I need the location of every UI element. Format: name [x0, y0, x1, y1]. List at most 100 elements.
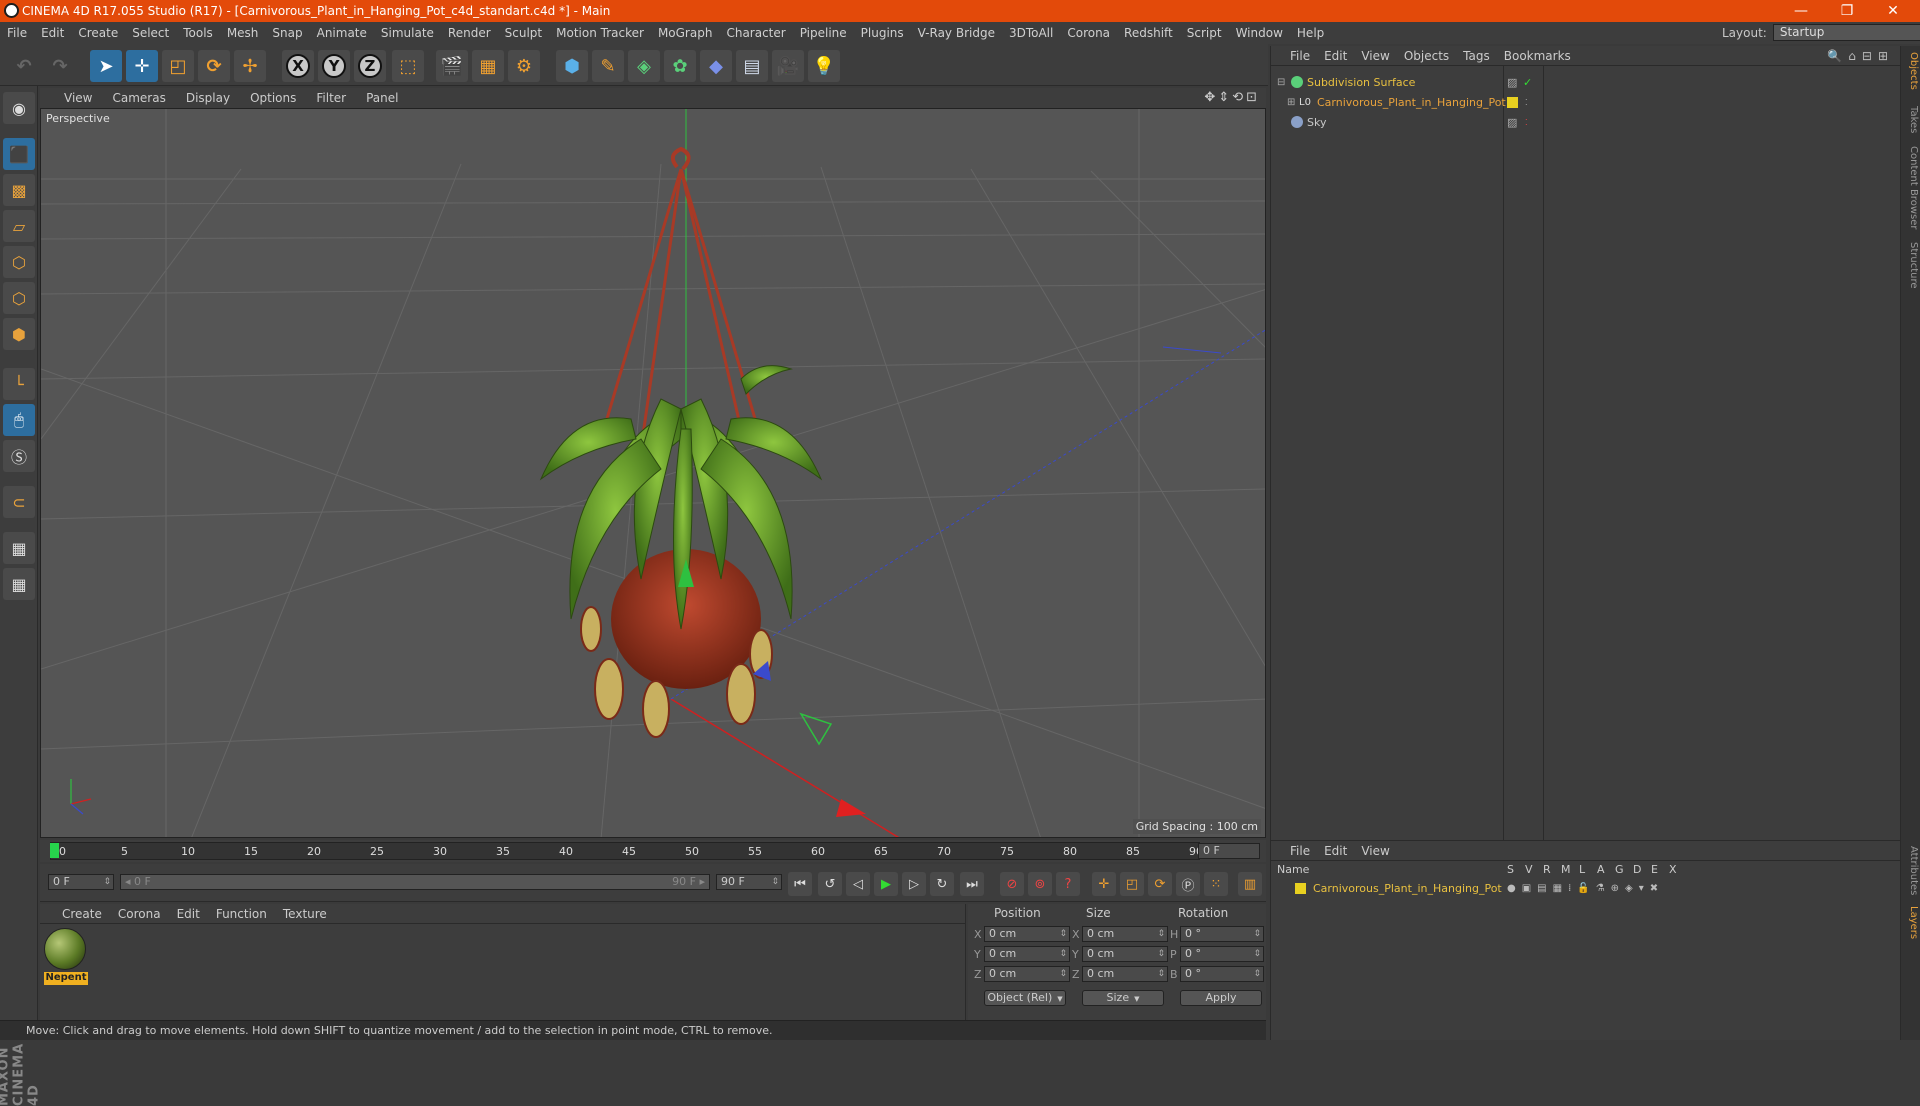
key-parameter-icon[interactable]: Ⓟ [1176, 872, 1200, 896]
size-y-field[interactable]: 0 cm [1082, 946, 1168, 962]
menu-pipeline[interactable]: Pipeline [793, 26, 854, 40]
side-tab-structure[interactable]: Structure [1903, 242, 1919, 289]
menu-character[interactable]: Character [719, 26, 792, 40]
objects-menu-tags[interactable]: Tags [1456, 49, 1497, 63]
object-row-subdivision-surface[interactable]: ⊟ Subdivision Surface ▨ ✓ [1271, 72, 1901, 92]
go-to-start-icon[interactable]: ⏮ [788, 872, 812, 896]
key-position-icon[interactable]: ✛ [1092, 872, 1116, 896]
objects-toolbar-icons[interactable]: 🔍⌂⊟⊞ [1827, 49, 1894, 63]
key-point-level-icon[interactable]: ⁙ [1204, 872, 1228, 896]
move-tool-icon[interactable]: ✛ [126, 50, 158, 82]
menu-vray-bridge[interactable]: V-Ray Bridge [911, 26, 1002, 40]
viewport-menu-display[interactable]: Display [176, 91, 240, 105]
layer-row[interactable]: Carnivorous_Plant_in_Hanging_Pot ●▣▤▦⁞🔓⚗… [1271, 879, 1901, 897]
position-z-field[interactable]: 0 cm [984, 966, 1070, 982]
menu-help[interactable]: Help [1290, 26, 1331, 40]
previous-frame-icon[interactable]: ◁ [846, 872, 870, 896]
render-picture-viewer-icon[interactable]: ▦ [472, 50, 504, 82]
layer-color-icon[interactable] [1295, 882, 1306, 894]
size-mode-dropdown[interactable]: Size [1082, 990, 1164, 1006]
next-frame-icon[interactable]: ▷ [902, 872, 926, 896]
object-row-carnivorous-plant[interactable]: ⊞ L0 Carnivorous_Plant_in_Hanging_Pot ⁚ [1271, 92, 1901, 112]
make-editable-icon[interactable]: ◉ [3, 92, 35, 124]
start-frame-field[interactable]: 0 F [48, 874, 114, 890]
viewport-menu-filter[interactable]: Filter [306, 91, 356, 105]
size-z-field[interactable]: 0 cm [1082, 966, 1168, 982]
timeline-ruler[interactable]: 0 5 10 15 20 25 30 35 40 45 50 55 60 65 … [40, 840, 1266, 862]
objects-menu-edit[interactable]: Edit [1317, 49, 1354, 63]
key-scale-icon[interactable]: ◰ [1120, 872, 1144, 896]
visibility-dots-icon[interactable]: ⁚ [1525, 118, 1528, 127]
perspective-viewport[interactable]: Perspective Grid Spacing : 100 cm [40, 108, 1266, 838]
workplane-lock-icon[interactable]: ▦ [3, 532, 35, 564]
object-row-sky[interactable]: Sky ▨ ⁚ [1271, 112, 1901, 132]
play-forward-icon[interactable]: ▶ [874, 872, 898, 896]
texture-mode-icon[interactable]: ▩ [3, 174, 35, 206]
position-y-field[interactable]: 0 cm [984, 946, 1070, 962]
side-tab-takes[interactable]: Takes [1903, 106, 1919, 133]
layer-toggle-icons[interactable]: ●▣▤▦⁞🔓⚗⊕◈▾✖ [1507, 883, 1664, 894]
side-tab-objects[interactable]: Objects [1903, 52, 1919, 90]
objects-menu-view[interactable]: View [1354, 49, 1396, 63]
objects-menu-objects[interactable]: Objects [1397, 49, 1456, 63]
camera-icon[interactable]: 🎥 [772, 50, 804, 82]
maximize-button[interactable]: ❐ [1824, 0, 1870, 22]
menu-snap[interactable]: Snap [265, 26, 309, 40]
layer-tag-icon[interactable]: ▨ [1507, 116, 1517, 129]
layers-menu-file[interactable]: File [1283, 844, 1317, 858]
size-x-field[interactable]: 0 cm [1082, 926, 1168, 942]
menu-sculpt[interactable]: Sculpt [498, 26, 549, 40]
layer-color-icon[interactable] [1507, 96, 1518, 108]
side-tab-attributes[interactable]: Attributes [1903, 846, 1919, 895]
render-view-icon[interactable]: 🎬 [436, 50, 468, 82]
light-bulb-icon[interactable]: 💡 [808, 50, 840, 82]
viewport-menu-options[interactable]: Options [240, 91, 306, 105]
timeline-track[interactable]: 0 5 10 15 20 25 30 35 40 45 50 55 60 65 … [50, 842, 1203, 860]
material-menu-create[interactable]: Create [54, 907, 110, 921]
position-x-field[interactable]: 0 cm [984, 926, 1070, 942]
coordinate-mode-dropdown[interactable]: Object (Rel) [984, 990, 1066, 1006]
menu-tools[interactable]: Tools [176, 26, 220, 40]
undo-icon[interactable]: ↶ [8, 50, 40, 82]
viewport-menu-panel[interactable]: Panel [356, 91, 408, 105]
viewport-menu-cameras[interactable]: Cameras [102, 91, 175, 105]
select-arrow-icon[interactable]: ➤ [90, 50, 122, 82]
subdivision-surface-icon[interactable]: ◈ [628, 50, 660, 82]
rotation-b-field[interactable]: 0 ° [1180, 966, 1264, 982]
rotate-tool-icon[interactable]: ⟳ [198, 50, 230, 82]
menu-motion-tracker[interactable]: Motion Tracker [549, 26, 651, 40]
model-mode-icon[interactable]: ⬛ [3, 138, 35, 170]
menu-render[interactable]: Render [441, 26, 498, 40]
layers-menu-view[interactable]: View [1354, 844, 1396, 858]
deformer-icon[interactable]: ◆ [700, 50, 732, 82]
material-menu-corona[interactable]: Corona [110, 907, 169, 921]
menu-mograph[interactable]: MoGraph [651, 26, 720, 40]
menu-plugins[interactable]: Plugins [854, 26, 911, 40]
autokeying-icon[interactable]: ⊚ [1028, 872, 1052, 896]
rotation-p-field[interactable]: 0 ° [1180, 946, 1264, 962]
frame-range-slider[interactable]: ◂ 0 F 90 F ▸ [120, 874, 710, 890]
render-settings-icon[interactable]: ⚙ [508, 50, 540, 82]
side-tab-content-browser[interactable]: Content Browser [1903, 146, 1919, 229]
objects-menu-bookmarks[interactable]: Bookmarks [1497, 49, 1578, 63]
points-mode-icon[interactable]: ⬡ [3, 246, 35, 278]
cloner-icon[interactable]: ✿ [664, 50, 696, 82]
end-frame-field[interactable]: 90 F [716, 874, 782, 890]
menu-simulate[interactable]: Simulate [374, 26, 441, 40]
layout-dropdown[interactable]: Startup [1772, 24, 1920, 41]
menu-corona[interactable]: Corona [1060, 26, 1117, 40]
side-tab-layers[interactable]: Layers [1903, 906, 1919, 939]
snap-magnet-icon[interactable]: ⊂ [3, 486, 35, 518]
layer-tag-icon[interactable]: ▨ [1507, 76, 1517, 89]
floor-scene-icon[interactable]: ▤ [736, 50, 768, 82]
material-swatch[interactable]: Nepent [44, 928, 88, 986]
material-menu-texture[interactable]: Texture [275, 907, 335, 921]
menu-edit[interactable]: Edit [34, 26, 71, 40]
visibility-dots-icon[interactable]: ⁚ [1525, 98, 1528, 107]
layers-menu-edit[interactable]: Edit [1317, 844, 1354, 858]
workplane-mode-icon[interactable]: ▱ [3, 210, 35, 242]
menu-window[interactable]: Window [1229, 26, 1290, 40]
enabled-check-icon[interactable]: ✓ [1523, 76, 1532, 89]
axis-z-lock-button[interactable]: Z [354, 50, 386, 82]
menu-file[interactable]: File [0, 26, 34, 40]
